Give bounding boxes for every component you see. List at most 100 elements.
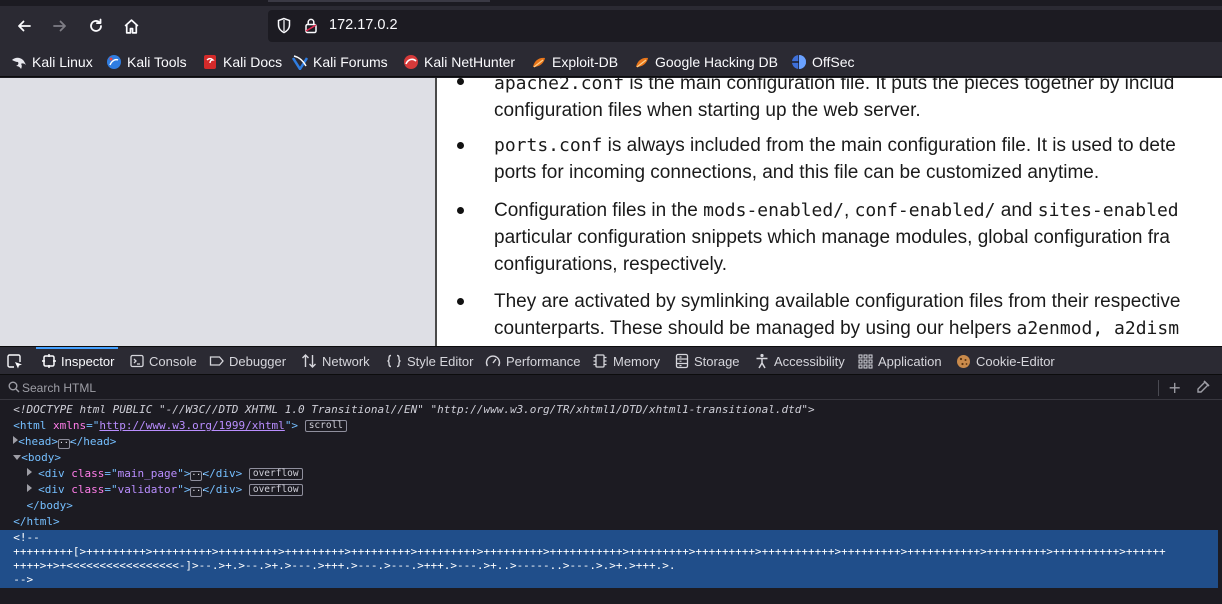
- bullet-icon: [457, 207, 464, 214]
- markup-line-head[interactable]: <head>···</head>: [0, 434, 1222, 450]
- tab-label: Debugger: [229, 353, 287, 369]
- tab-label: Network: [322, 353, 370, 369]
- tab-accessibility[interactable]: Accessibility: [755, 347, 845, 375]
- html-search-bar: +: [0, 376, 1222, 400]
- tab-cookie-editor[interactable]: Cookie-Editor: [956, 347, 1055, 375]
- page-content: apache2.conf is the main configuration f…: [439, 78, 1222, 346]
- tab-label: Accessibility: [774, 353, 845, 369]
- list-item-line: counterparts. These should be managed by…: [494, 318, 1180, 339]
- list-item-line: apache2.conf is the main configuration f…: [494, 78, 1175, 94]
- tab-label: Memory: [613, 353, 660, 369]
- markup-line-html[interactable]: <html xmlns="http://www.w3.org/1999/xhtm…: [0, 418, 1222, 434]
- comment-close: -->: [13, 573, 34, 586]
- style-editor-icon: [387, 354, 401, 368]
- expand-toggle-icon[interactable]: [26, 468, 32, 476]
- markup-line-body-close[interactable]: </body>: [0, 498, 1222, 514]
- accessibility-icon: [756, 353, 768, 369]
- tab-label: Inspector: [61, 353, 115, 369]
- tab-application[interactable]: Application: [858, 347, 942, 375]
- bookmark-label: Kali Docs: [223, 54, 283, 70]
- search-icon: [8, 381, 20, 393]
- markup-line-body[interactable]: <body>: [0, 450, 1222, 466]
- add-node-icon[interactable]: +: [1168, 379, 1181, 397]
- kali-dragon-icon: [12, 57, 26, 69]
- memory-icon: [593, 354, 607, 368]
- bookmark-offsec[interactable]: OffSec: [791, 52, 855, 72]
- eyedropper-icon[interactable]: [1196, 380, 1210, 394]
- tab-label: Performance: [506, 353, 581, 369]
- lock-icon[interactable]: [303, 17, 319, 38]
- bookmark-label: Google Hacking DB: [655, 54, 778, 70]
- back-button[interactable]: [10, 12, 38, 40]
- tab-performance[interactable]: Performance: [485, 347, 580, 375]
- bookmark-kali-forums[interactable]: Kali Forums: [292, 52, 388, 72]
- reload-icon: [90, 18, 102, 32]
- tab-memory[interactable]: Memory: [592, 347, 660, 375]
- kali-tools-icon: [107, 55, 121, 69]
- home-button[interactable]: [117, 12, 145, 40]
- bookmark-google-hacking-db[interactable]: Google Hacking DB: [634, 52, 778, 72]
- bookmark-kali-linux[interactable]: Kali Linux: [11, 52, 93, 72]
- bookmark-kali-tools[interactable]: Kali Tools: [106, 52, 187, 72]
- bookmark-exploit-db[interactable]: Exploit-DB: [531, 52, 618, 72]
- tab-inspector[interactable]: Inspector: [35, 347, 119, 375]
- markup-line-doctype[interactable]: <!DOCTYPE html PUBLIC "-//W3C//DTD XHTML…: [0, 402, 1222, 418]
- markup-line-div-validator[interactable]: <div class="validator">···</div> overflo…: [0, 482, 1222, 498]
- collapsed-content-icon[interactable]: ···: [58, 439, 73, 449]
- tab-storage[interactable]: Storage: [675, 347, 740, 375]
- bullet-icon: [457, 142, 464, 149]
- bullet-icon: [457, 78, 464, 85]
- network-icon: [302, 354, 316, 368]
- devtools-tabbar: Inspector Console Debugger Network Style…: [0, 346, 1222, 375]
- tab-label: Style Editor: [407, 353, 474, 369]
- reload-button[interactable]: [82, 12, 110, 40]
- list-item-line: ports.conf is always included from the m…: [494, 135, 1176, 156]
- tab-network[interactable]: Network: [301, 347, 370, 375]
- bookmark-kali-docs[interactable]: Kali Docs: [202, 52, 282, 72]
- kali-docs-icon: [204, 55, 216, 69]
- list-item-line: configuration files when starting up the…: [494, 100, 921, 121]
- bookmark-kali-nethunter[interactable]: Kali NetHunter: [403, 52, 515, 72]
- application-icon: [858, 354, 873, 368]
- list-item-line: Configuration files in the mods-enabled/…: [494, 200, 1179, 221]
- kali-nethunter-icon: [404, 55, 418, 69]
- url-bar[interactable]: 172.17.0.2: [268, 10, 1222, 42]
- search-html-input[interactable]: [22, 378, 1142, 398]
- debugger-icon: [209, 356, 224, 366]
- exploit-db-icon: [533, 57, 545, 68]
- devtools-panel: Inspector Console Debugger Network Style…: [0, 346, 1222, 604]
- markup-line-html-close[interactable]: </html>: [0, 514, 1222, 530]
- forward-button[interactable]: [46, 12, 74, 40]
- page-left-panel: [0, 78, 437, 346]
- scroll-badge[interactable]: scroll: [304, 420, 348, 432]
- element-picker-icon[interactable]: [6, 353, 24, 371]
- collapsed-content-icon[interactable]: ···: [190, 471, 206, 481]
- tab-debugger[interactable]: Debugger: [209, 347, 286, 375]
- overflow-badge[interactable]: overflow: [248, 484, 303, 496]
- tracking-protection-icon[interactable]: [276, 17, 292, 38]
- page-viewport[interactable]: apache2.conf is the main configuration f…: [0, 78, 1222, 346]
- expand-toggle-icon[interactable]: [26, 484, 32, 492]
- tab-label: Cookie-Editor: [976, 353, 1055, 369]
- bookmark-label: Kali Forums: [313, 54, 388, 70]
- tab-label: Storage: [694, 353, 740, 369]
- tab-label: Console: [149, 353, 197, 369]
- offsec-icon: [792, 55, 806, 69]
- markup-line-div-main-page[interactable]: <div class="main_page">···</div> overflo…: [0, 466, 1222, 482]
- collapsed-content-icon[interactable]: ···: [190, 487, 206, 497]
- markup-tree[interactable]: <!DOCTYPE html PUBLIC "-//W3C//DTD XHTML…: [0, 402, 1222, 604]
- selected-comment-node[interactable]: <!-- +++++++++[>+++++++++>+++++++++>++++…: [0, 530, 1218, 588]
- bookmark-label: Exploit-DB: [552, 54, 619, 70]
- url-text[interactable]: 172.17.0.2: [329, 17, 398, 33]
- arrow-left-icon: [18, 20, 31, 32]
- tab-style-editor[interactable]: Style Editor: [386, 347, 473, 375]
- inspector-icon: [42, 354, 56, 368]
- toolbar-divider: [1158, 380, 1159, 396]
- tab-console[interactable]: Console: [130, 347, 197, 375]
- bookmark-label: Kali Linux: [32, 54, 93, 70]
- console-icon: [130, 354, 144, 368]
- navigation-toolbar: 172.17.0.2: [0, 6, 1222, 46]
- list-item-line: configurations, respectively.: [494, 254, 728, 275]
- overflow-badge[interactable]: overflow: [248, 468, 303, 480]
- cookie-icon: [957, 354, 970, 368]
